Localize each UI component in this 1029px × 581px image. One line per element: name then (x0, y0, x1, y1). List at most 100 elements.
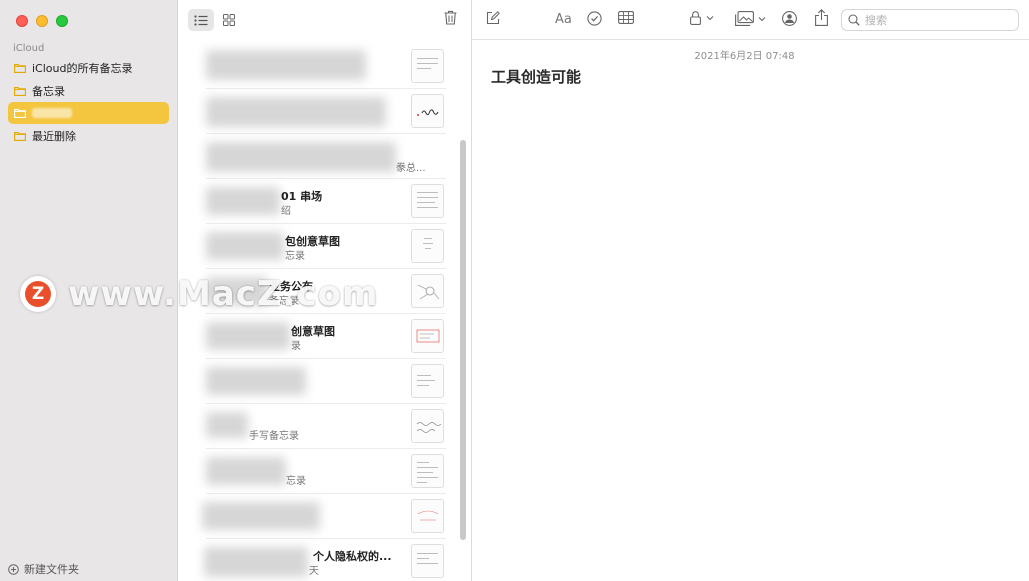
note-thumbnail (411, 319, 444, 353)
note-subtitle: 天 (309, 566, 319, 577)
note-item[interactable]: 忘录 (206, 449, 446, 494)
blurred-content (206, 50, 366, 80)
blurred-content (206, 97, 386, 127)
grid-view-icon (223, 14, 235, 26)
blurred-content (206, 232, 284, 260)
blurred-content (206, 457, 286, 485)
lock-button[interactable] (690, 11, 714, 25)
note-item[interactable]: 包创意草图 忘录 (206, 224, 446, 269)
folder-item-label-blurred (32, 108, 72, 118)
delete-note-button[interactable] (444, 10, 457, 29)
gallery-view-button[interactable] (216, 9, 242, 31)
folder-item-selected[interactable] (8, 102, 169, 124)
note-subtitle: 忘录 (286, 476, 306, 487)
note-thumbnail (411, 184, 444, 218)
share-button[interactable] (815, 9, 828, 26)
add-people-icon (782, 11, 797, 26)
format-icon: Aa (555, 12, 572, 27)
note-subtitle: 手写备忘录 (249, 431, 299, 442)
table-button[interactable] (618, 11, 634, 24)
note-thumbnail (411, 409, 444, 443)
folder-icon (14, 131, 26, 141)
folder-icon (14, 86, 26, 96)
watermark-logo-letter: Z (25, 281, 51, 307)
sketch-preview-icon (416, 329, 440, 343)
note-item[interactable]: 豢总... (206, 134, 446, 179)
checkmark-circle-icon (587, 11, 602, 26)
note-item[interactable] (206, 44, 446, 89)
folder-item-label: 最近删除 (32, 129, 76, 143)
folder-list: iCloud的所有备忘录 备忘录 最近删除 (8, 57, 169, 147)
search-box[interactable] (841, 9, 1019, 31)
new-folder-button[interactable]: 新建文件夹 (8, 561, 79, 577)
note-thumbnail (411, 454, 444, 488)
blurred-content (206, 142, 396, 172)
note-thumbnail (411, 94, 444, 128)
editor-toolbar: Aa (472, 0, 1029, 40)
note-item[interactable]: 创意草图 录 (206, 314, 446, 359)
note-item[interactable]: 01 串场 绍 (206, 179, 446, 224)
window-controls (16, 15, 68, 27)
zoom-window-button[interactable] (56, 15, 68, 27)
chevron-down-icon (706, 16, 714, 21)
note-editor: Aa 搜索 2021年6月2日 07:48 工具创造可能 (472, 0, 1029, 581)
format-button[interactable]: Aa (555, 12, 572, 27)
folder-icon (14, 109, 26, 118)
note-list-scrollbar[interactable] (460, 140, 466, 540)
note-thumbnail (411, 229, 444, 263)
folder-item-label: iCloud的所有备忘录 (32, 62, 133, 75)
note-item[interactable] (206, 89, 446, 134)
plus-circle-icon (8, 563, 19, 575)
new-folder-label: 新建文件夹 (24, 563, 79, 576)
note-thumbnail (411, 544, 444, 578)
search-icon (848, 14, 860, 26)
search-input[interactable] (865, 13, 1005, 27)
watermark-logo: Z (20, 276, 56, 312)
list-view-icon (194, 14, 208, 26)
note-item[interactable] (202, 494, 446, 539)
close-window-button[interactable] (16, 15, 28, 27)
blurred-content (202, 502, 320, 530)
checklist-button[interactable] (587, 11, 602, 26)
note-item[interactable] (206, 359, 446, 404)
folder-item-recently-deleted[interactable]: 最近删除 (8, 125, 169, 147)
note-item[interactable]: 手写备忘录 (206, 404, 446, 449)
handwriting-preview-icon (416, 422, 442, 433)
folder-icon (14, 64, 26, 73)
watermark-text: www.MacZ.com (68, 274, 379, 314)
folder-item-all-icloud[interactable]: iCloud的所有备忘录 (8, 57, 169, 79)
note-body-title[interactable]: 工具创造可能 (491, 66, 581, 87)
sketch-preview-icon (417, 510, 439, 521)
sketch-preview-icon (417, 284, 440, 300)
watermark: Z www.MacZ.com (20, 274, 378, 314)
list-view-button[interactable] (188, 9, 214, 31)
folder-item-label: 备忘录 (32, 84, 65, 98)
trash-icon (444, 10, 457, 25)
blurred-content (206, 367, 306, 395)
note-subtitle: 绍 (281, 206, 291, 217)
media-button[interactable] (735, 11, 766, 26)
note-list-toolbar (178, 0, 471, 40)
note-thumbnail (411, 364, 444, 398)
new-note-button[interactable] (486, 11, 500, 25)
note-item[interactable]: 个人隐私权的... 天 (204, 539, 446, 581)
note-title: 个人隐私权的... (313, 550, 392, 563)
notes-window: iCloud iCloud的所有备忘录 备忘录 最近删除 新建文件夹 豢总...… (0, 0, 1029, 581)
minimize-window-button[interactable] (36, 15, 48, 27)
note-timestamp: 2021年6月2日 07:48 (694, 51, 795, 62)
blurred-content (204, 547, 308, 577)
folder-item-notes[interactable]: 备忘录 (8, 80, 169, 102)
blurred-content (206, 322, 290, 350)
compose-icon (486, 11, 500, 25)
blurred-content (206, 412, 248, 438)
note-subtitle: 忘录 (285, 251, 305, 262)
note-subtitle: 录 (291, 341, 301, 352)
note-thumbnail (411, 499, 444, 533)
note-thumbnail (411, 49, 444, 83)
photo-icon (735, 11, 754, 26)
note-subtitle: 豢总... (396, 163, 426, 174)
chevron-down-icon (758, 16, 766, 21)
handwriting-preview-icon (417, 109, 439, 116)
collaborate-button[interactable] (781, 11, 798, 26)
section-label-icloud: iCloud (13, 43, 45, 54)
